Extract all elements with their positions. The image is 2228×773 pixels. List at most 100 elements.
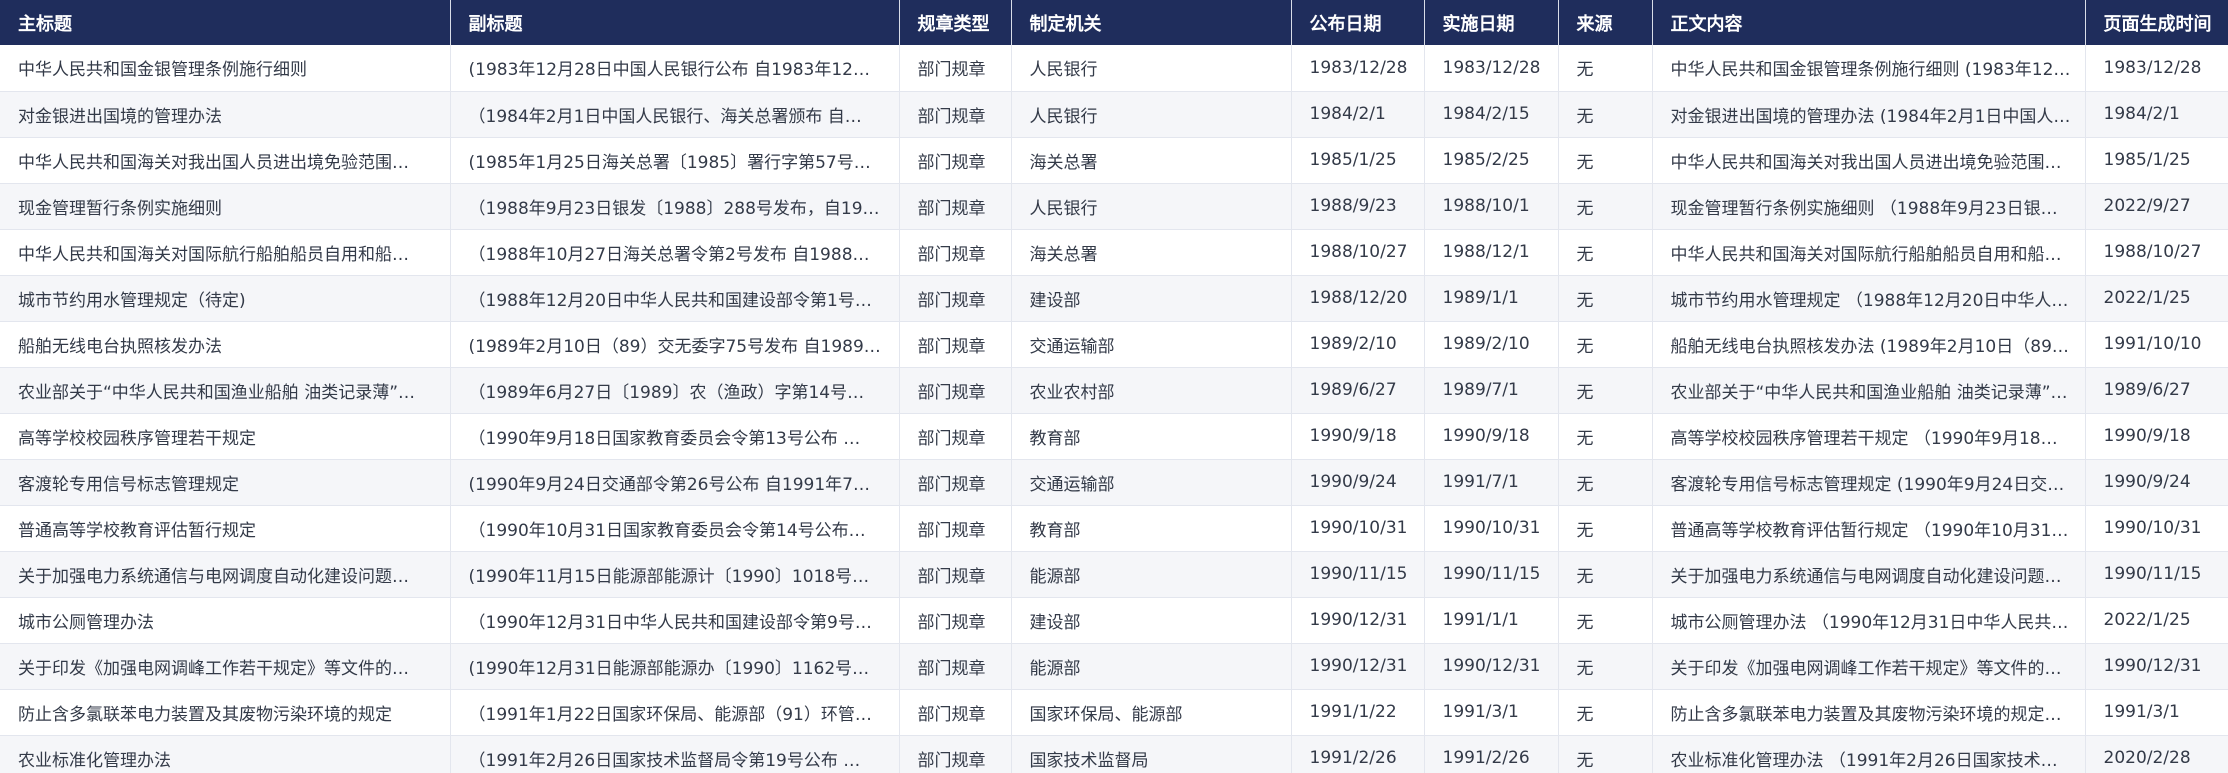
cell-rule-type: 部门规章 <box>899 459 1012 505</box>
table-row[interactable]: 船舶无线电台执照核发办法 (1989年2月10日（89）交无委字75号发布 自19… <box>0 321 2228 367</box>
cell-rule-type: 部门规章 <box>899 367 1012 413</box>
cell-body-content: 客渡轮专用信号标志管理规定 (1990年9月24日交… <box>1652 459 2086 505</box>
cell-effective-date: 1991/3/1 <box>1424 689 1559 735</box>
cell-subtitle: (1989年2月10日（89）交无委字75号发布 自1989… <box>450 321 900 367</box>
cell-subtitle: （1990年12月31日中华人民共和国建设部令第9号… <box>450 597 900 643</box>
cell-publish-date: 1990/11/15 <box>1291 551 1425 597</box>
cell-rule-type: 部门规章 <box>899 505 1012 551</box>
cell-effective-date: 1985/2/25 <box>1424 137 1559 183</box>
column-header-body-content[interactable]: 正文内容 <box>1652 0 2086 45</box>
column-header-page-generated-time[interactable]: 页面生成时间 <box>2085 0 2228 45</box>
cell-page-generated-time: 2022/1/25 <box>2103 288 2191 308</box>
column-header-issuing-authority[interactable]: 制定机关 <box>1011 0 1292 45</box>
cell-subtitle: （1991年2月26日国家技术监督局令第19号公布 … <box>450 735 900 773</box>
cell-issuing-authority: 交通运输部 <box>1011 321 1292 367</box>
cell-source: 无 <box>1558 413 1653 459</box>
cell-issuing-authority: 国家环保局、能源部 <box>1011 689 1292 735</box>
cell-page-generated-time: 1985/1/25 <box>2103 150 2191 170</box>
cell-publish-date: 1989/6/27 <box>1291 367 1425 413</box>
table-row[interactable]: 普通高等学校教育评估暂行规定 （1990年10月31日国家教育委员会令第14号公布… <box>0 505 2228 551</box>
table-row[interactable]: 农业部关于“中华人民共和国渔业船舶 油类记录薄”… （1989年6月27日〔198… <box>0 367 2228 413</box>
cell-main-title: 高等学校校园秩序管理若干规定 <box>0 413 451 459</box>
column-header-subtitle[interactable]: 副标题 <box>450 0 900 45</box>
cell-main-title: 中华人民共和国海关对国际航行船舶船员自用和船… <box>0 229 451 275</box>
cell-issuing-authority: 能源部 <box>1011 643 1292 689</box>
cell-publish-date: 1990/12/31 <box>1291 597 1425 643</box>
cell-publish-date: 1985/1/25 <box>1291 137 1425 183</box>
table-row[interactable]: 关于加强电力系统通信与电网调度自动化建设问题… (1990年11月15日能源部能源… <box>0 551 2228 597</box>
cell-main-title: 客渡轮专用信号标志管理规定 <box>0 459 451 505</box>
cell-body-content: 普通高等学校教育评估暂行规定 （1990年10月31… <box>1652 505 2086 551</box>
cell-subtitle: (1990年9月24日交通部令第26号公布 自1991年7… <box>450 459 900 505</box>
cell-effective-date: 1991/2/26 <box>1424 735 1559 773</box>
cell-page-generated-time: 1990/9/24 <box>2103 472 2191 492</box>
cell-body-content: 船舶无线电台执照核发办法 (1989年2月10日（89… <box>1652 321 2086 367</box>
cell-issuing-authority: 人民银行 <box>1011 91 1292 137</box>
cell-body-content: 中华人民共和国海关对国际航行船舶船员自用和船… <box>1652 229 2086 275</box>
column-header-publish-date[interactable]: 公布日期 <box>1291 0 1425 45</box>
column-header-effective-date[interactable]: 实施日期 <box>1424 0 1559 45</box>
column-header-rule-type[interactable]: 规章类型 <box>899 0 1012 45</box>
cell-source: 无 <box>1558 735 1653 773</box>
table-row[interactable]: 高等学校校园秩序管理若干规定 （1990年9月18日国家教育委员会令第13号公布 … <box>0 413 2228 459</box>
table-row[interactable]: 防止含多氯联苯电力装置及其废物污染环境的规定 （1991年1月22日国家环保局、能… <box>0 689 2228 735</box>
cell-subtitle: (1985年1月25日海关总署〔1985〕署行字第57号… <box>450 137 900 183</box>
table-row[interactable]: 中华人民共和国海关对国际航行船舶船员自用和船… （1988年10月27日海关总署令… <box>0 229 2228 275</box>
regulations-table: 主标题 副标题 规章类型 制定机关 公布日期 实施日期 来源 正文内容 页面生成时间 中华人民共… <box>0 0 2228 773</box>
table-row[interactable]: 关于印发《加强电网调峰工作若干规定》等文件的… (1990年12月31日能源部能源… <box>0 643 2228 689</box>
cell-issuing-authority: 教育部 <box>1011 413 1292 459</box>
cell-rule-type: 部门规章 <box>899 91 1012 137</box>
cell-page-generated-time: 1983/12/28 <box>2103 57 2202 78</box>
cell-issuing-authority: 建设部 <box>1011 597 1292 643</box>
cell-subtitle: （1984年2月1日中国人民银行、海关总署颁布 自… <box>450 91 900 137</box>
table-row[interactable]: 对金银进出国境的管理办法 （1984年2月1日中国人民银行、海关总署颁布 自… 部门… <box>0 91 2228 137</box>
cell-body-content: 城市节约用水管理规定 （1988年12月20日中华人… <box>1652 275 2086 321</box>
cell-subtitle: （1991年1月22日国家环保局、能源部（91）环管… <box>450 689 900 735</box>
cell-source: 无 <box>1558 367 1653 413</box>
cell-rule-type: 部门规章 <box>899 183 1012 229</box>
cell-main-title: 防止含多氯联苯电力装置及其废物污染环境的规定 <box>0 689 451 735</box>
column-header-source[interactable]: 来源 <box>1558 0 1653 45</box>
cell-publish-date: 1990/10/31 <box>1291 505 1425 551</box>
table-row[interactable]: 中华人民共和国金银管理条例施行细则 (1983年12月28日中国人民银行公布 自1… <box>0 45 2228 91</box>
cell-effective-date: 1989/7/1 <box>1424 367 1559 413</box>
cell-source: 无 <box>1558 505 1653 551</box>
cell-effective-date: 1990/10/31 <box>1424 505 1559 551</box>
cell-page-generated-time: 1991/3/1 <box>2103 702 2180 722</box>
cell-page-generated-time: 1984/2/1 <box>2103 104 2180 124</box>
cell-body-content: 中华人民共和国金银管理条例施行细则 (1983年12… <box>1652 45 2086 91</box>
cell-source: 无 <box>1558 229 1653 275</box>
cell-rule-type: 部门规章 <box>899 413 1012 459</box>
cell-rule-type: 部门规章 <box>899 137 1012 183</box>
cell-source: 无 <box>1558 551 1653 597</box>
table-row[interactable]: 城市公厕管理办法 （1990年12月31日中华人民共和国建设部令第9号… 部门规章建… <box>0 597 2228 643</box>
cell-rule-type: 部门规章 <box>899 735 1012 773</box>
table-row[interactable]: 城市节约用水管理规定（待定) （1988年12月20日中华人民共和国建设部令第1号… <box>0 275 2228 321</box>
cell-issuing-authority: 人民银行 <box>1011 183 1292 229</box>
cell-issuing-authority: 国家技术监督局 <box>1011 735 1292 773</box>
cell-source: 无 <box>1558 643 1653 689</box>
cell-main-title: 对金银进出国境的管理办法 <box>0 91 451 137</box>
cell-publish-date: 1991/2/26 <box>1291 735 1425 773</box>
cell-body-content: 关于加强电力系统通信与电网调度自动化建设问题… <box>1652 551 2086 597</box>
cell-issuing-authority: 农业农村部 <box>1011 367 1292 413</box>
table-body: 中华人民共和国金银管理条例施行细则 (1983年12月28日中国人民银行公布 自1… <box>0 45 2228 773</box>
cell-publish-date: 1988/10/27 <box>1291 229 1425 275</box>
cell-publish-date: 1983/12/28 <box>1291 45 1425 91</box>
cell-main-title: 农业部关于“中华人民共和国渔业船舶 油类记录薄”… <box>0 367 451 413</box>
cell-rule-type: 部门规章 <box>899 321 1012 367</box>
cell-effective-date: 1988/10/1 <box>1424 183 1559 229</box>
table-row[interactable]: 现金管理暂行条例实施细则 （1988年9月23日银发〔1988〕288号发布，自1… <box>0 183 2228 229</box>
cell-main-title: 船舶无线电台执照核发办法 <box>0 321 451 367</box>
cell-source: 无 <box>1558 321 1653 367</box>
cell-source: 无 <box>1558 45 1653 91</box>
table-row[interactable]: 客渡轮专用信号标志管理规定 (1990年9月24日交通部令第26号公布 自1991… <box>0 459 2228 505</box>
column-header-main-title[interactable]: 主标题 <box>0 0 451 45</box>
table-row[interactable]: 农业标准化管理办法 （1991年2月26日国家技术监督局令第19号公布 … 部门规章… <box>0 735 2228 773</box>
table-row[interactable]: 中华人民共和国海关对我出国人员进出境免验范围… (1985年1月25日海关总署〔1… <box>0 137 2228 183</box>
cell-subtitle: (1990年12月31日能源部能源办〔1990〕1162号… <box>450 643 900 689</box>
cell-page-generated-time: 1990/11/15 <box>2103 564 2202 584</box>
cell-source: 无 <box>1558 597 1653 643</box>
cell-issuing-authority: 建设部 <box>1011 275 1292 321</box>
cell-main-title: 中华人民共和国海关对我出国人员进出境免验范围… <box>0 137 451 183</box>
